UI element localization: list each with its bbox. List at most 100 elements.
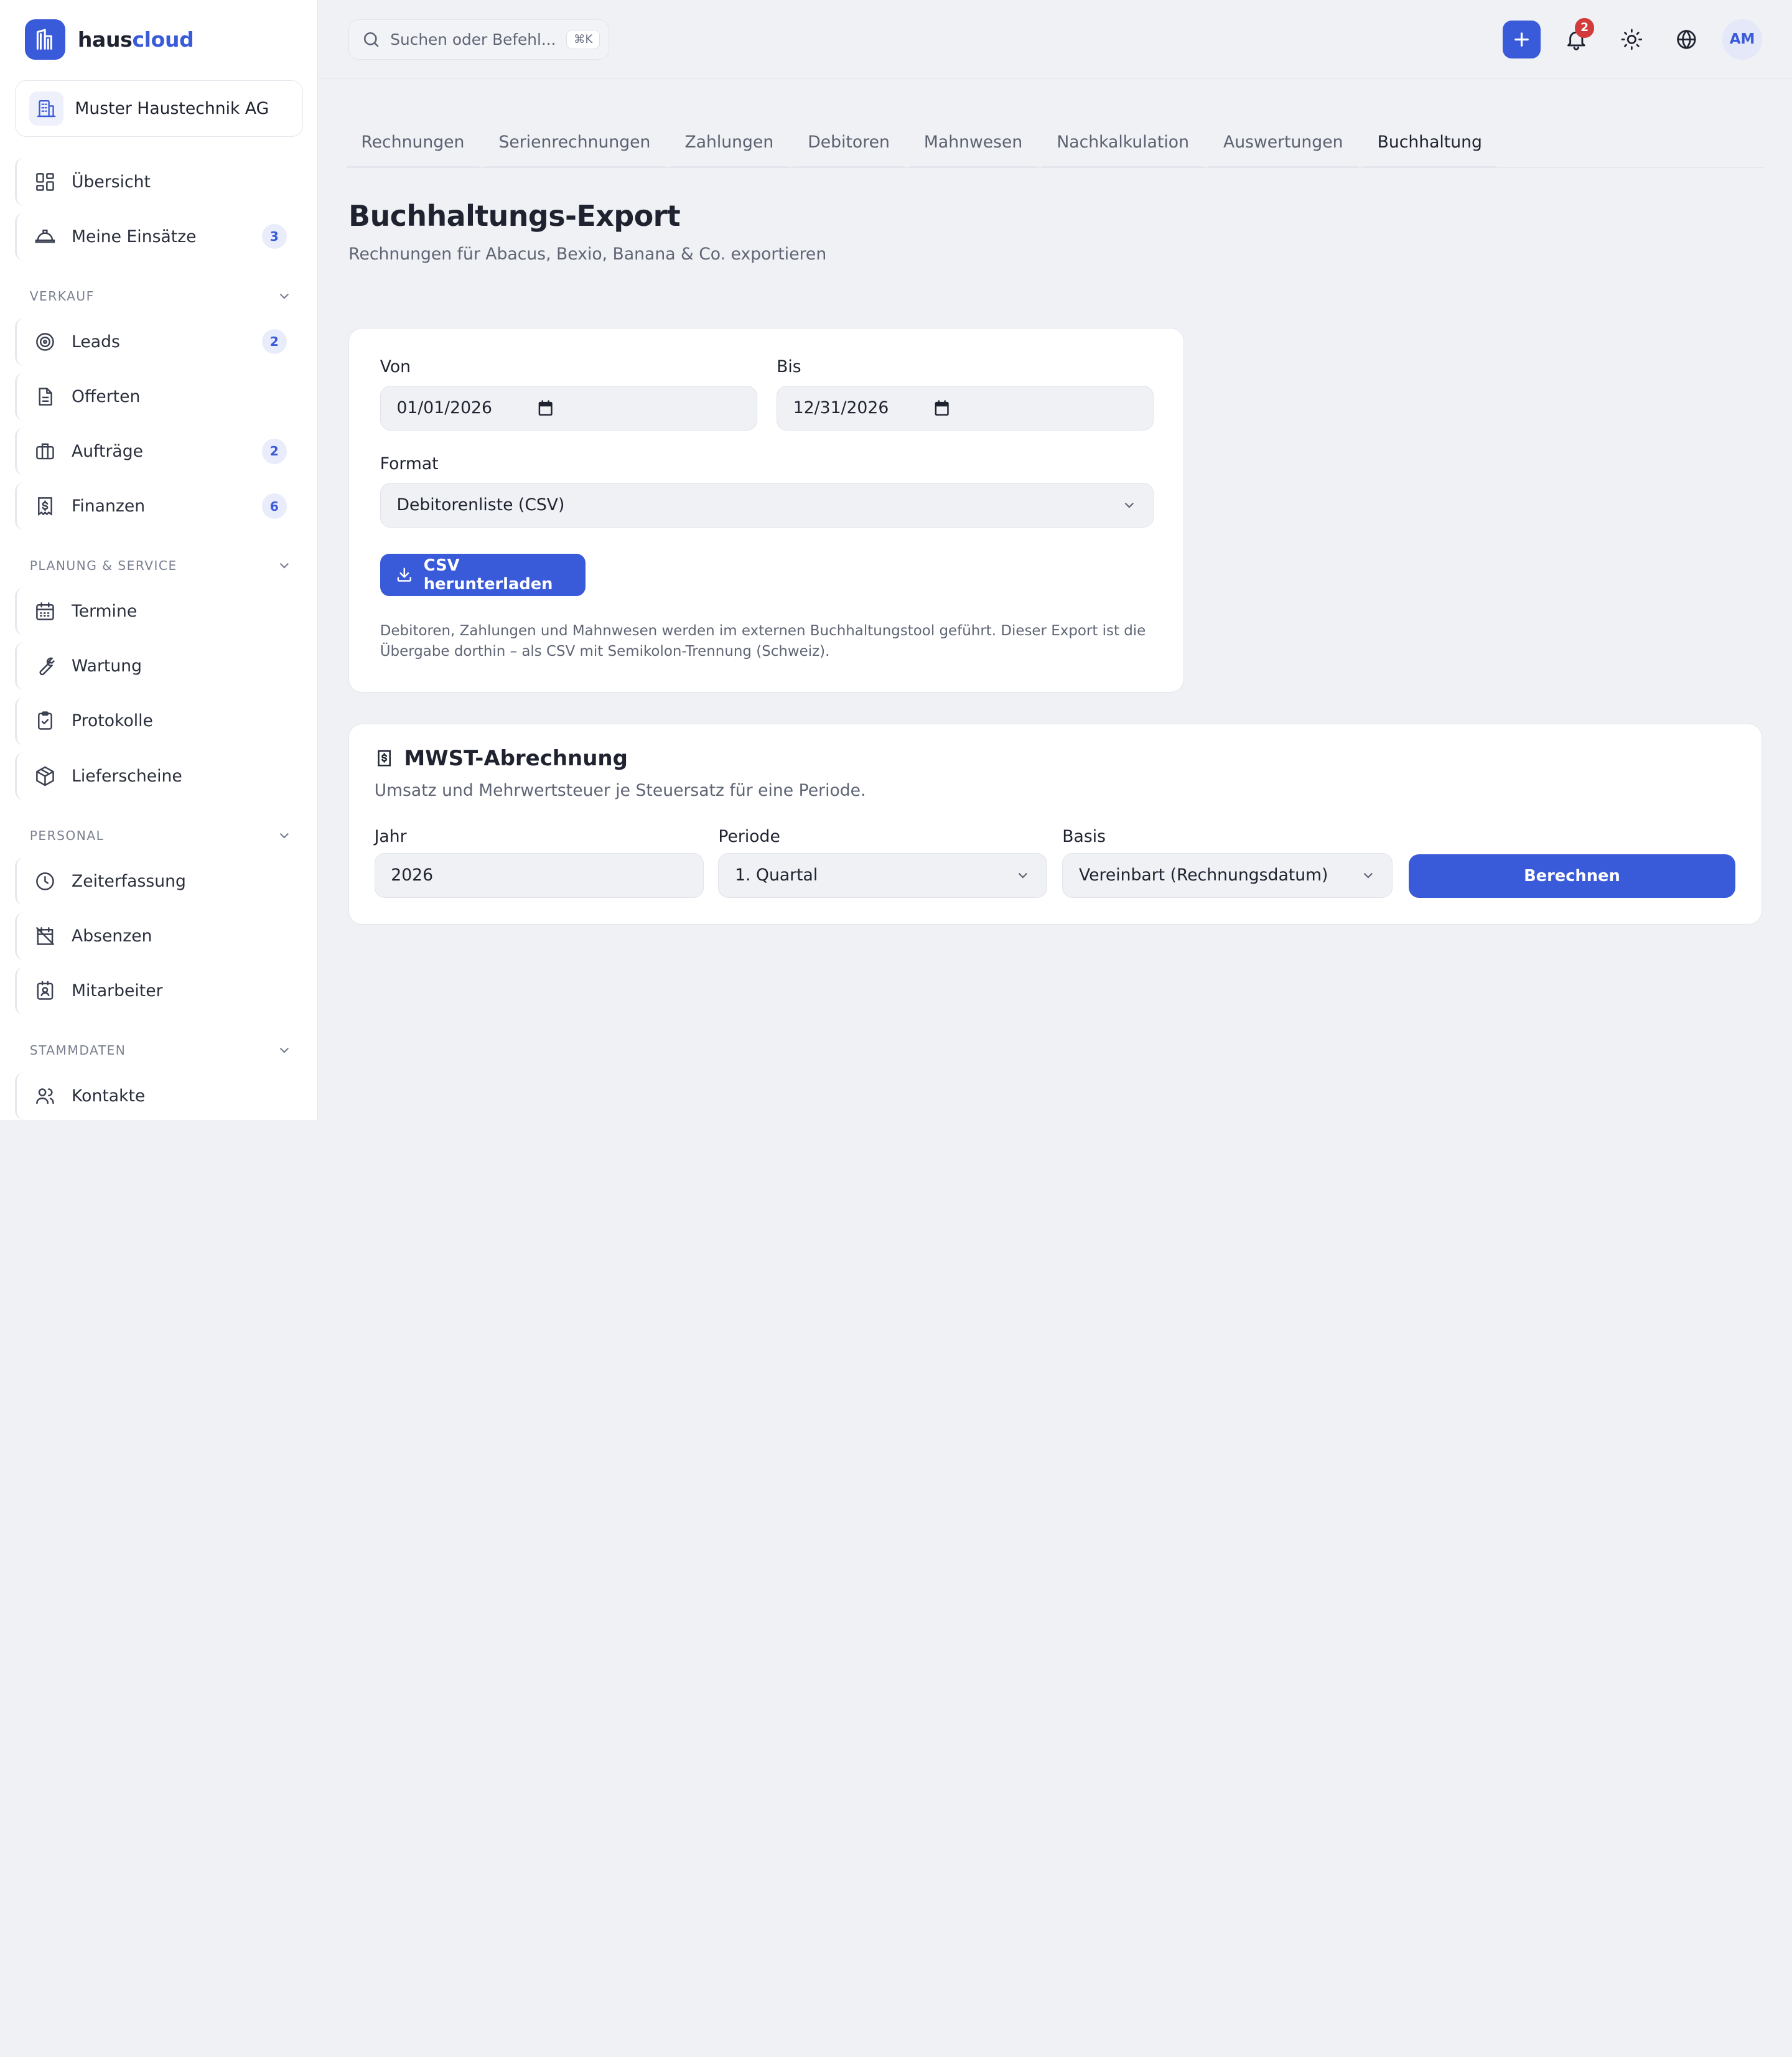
notification-count-badge: 2 <box>1575 18 1595 38</box>
sidebar-item-label: Wartung <box>72 656 142 676</box>
section-planung-service[interactable]: PLANUNG & SERVICE <box>30 556 292 576</box>
calendar-off-icon <box>34 925 57 948</box>
hardhat-icon <box>34 225 57 248</box>
export-note: Debitoren, Zahlungen und Mahnwesen werde… <box>380 623 1146 660</box>
sidebar-item-wartung[interactable]: Wartung <box>14 642 303 691</box>
to-label: Bis <box>777 357 801 377</box>
year-input[interactable]: 2026 <box>374 853 704 898</box>
add-button[interactable] <box>1503 21 1541 58</box>
notifications-button[interactable]: 2 <box>1557 18 1595 58</box>
hauscloud-logo-icon <box>25 19 65 60</box>
sidebar-item-label: Leads <box>72 332 120 352</box>
section-title: STAMMDATEN <box>29 1042 126 1058</box>
sidebar-item-protokolle[interactable]: Protokolle <box>14 697 303 745</box>
chevron-down-icon <box>280 833 289 839</box>
calculate-button[interactable]: Berechnen <box>1408 854 1736 898</box>
tab-auswertungen[interactable]: Auswertungen <box>1208 118 1358 168</box>
dashboard-icon <box>34 170 57 194</box>
receipt-icon <box>34 495 57 518</box>
section-title: PERSONAL <box>29 828 105 843</box>
sidebar-item-zeiterfassung[interactable]: Zeiterfassung <box>14 857 303 905</box>
sidebar-item-label: Meine Einsätze <box>72 226 197 246</box>
sidebar-item-absenzen[interactable]: Absenzen <box>14 912 303 960</box>
document-icon <box>34 385 57 408</box>
avatar[interactable]: AM <box>1722 19 1763 60</box>
sidebar-item-label: Finanzen <box>72 497 146 516</box>
building-icon <box>29 91 63 126</box>
basis-label: Basis <box>1062 826 1106 846</box>
sidebar-item-uebersicht[interactable]: Übersicht <box>14 157 303 206</box>
sidebar-item-leads[interactable]: Leads 2 <box>14 317 303 366</box>
tab-rechnungen[interactable]: Rechnungen <box>346 118 480 168</box>
basis-select[interactable]: Vereinbart (Rechnungsdatum) <box>1062 853 1393 898</box>
from-date-input[interactable]: 01/01/2026 <box>380 385 757 431</box>
csv-download-button[interactable]: CSV herunterladen <box>380 553 586 596</box>
from-date-value: 01/01/2026 <box>396 398 492 418</box>
sidebar-item-mitarbeiter[interactable]: Mitarbeiter <box>14 966 303 1015</box>
tab-bar: Rechnungen Serienrechnungen Zahlungen De… <box>346 118 1765 168</box>
sidebar-item-label: Protokolle <box>72 711 153 731</box>
from-label: Von <box>380 357 411 377</box>
section-stammdaten[interactable]: STAMMDATEN <box>30 1040 292 1060</box>
chevron-down-icon <box>1363 873 1373 879</box>
tab-mahnwesen[interactable]: Mahnwesen <box>909 118 1038 168</box>
company-name: Muster Haustechnik AG <box>75 98 269 118</box>
section-verkauf[interactable]: VERKAUF <box>30 286 292 306</box>
sidebar-item-finanzen[interactable]: Finanzen 6 <box>14 482 303 531</box>
language-button[interactable] <box>1668 21 1706 58</box>
sidebar-item-label: Kontakte <box>72 1086 146 1106</box>
section-title: VERKAUF <box>29 288 95 304</box>
clipboard-check-icon <box>34 710 57 733</box>
sidebar-item-kontakte[interactable]: Kontakte <box>14 1071 303 1120</box>
package-icon <box>34 765 57 788</box>
receipt-icon <box>377 750 391 767</box>
csv-download-label: CSV herunterladen <box>423 556 553 594</box>
sidebar-item-auftraege[interactable]: Aufträge 2 <box>14 427 303 476</box>
topbar: Suchen oder Befehl... ⌘K 2 AM <box>317 0 1792 79</box>
company-switcher[interactable]: Muster Haustechnik AG <box>14 80 303 138</box>
search-input[interactable]: Suchen oder Befehl... ⌘K <box>348 19 609 60</box>
tab-zahlungen[interactable]: Zahlungen <box>670 118 789 168</box>
sidebar-item-label: Termine <box>72 602 138 622</box>
to-date-input[interactable]: 12/31/2026 <box>777 385 1154 431</box>
calendar-icon[interactable] <box>933 399 951 417</box>
to-date-value: 12/31/2026 <box>793 398 889 418</box>
briefcase-icon <box>34 440 57 463</box>
chevron-down-icon <box>280 293 289 299</box>
basis-value: Vereinbart (Rechnungsdatum) <box>1078 865 1328 885</box>
sidebar-item-label: Mitarbeiter <box>72 981 163 1001</box>
format-select[interactable]: Debitorenliste (CSV) <box>380 483 1154 528</box>
sidebar-item-label: Lieferscheine <box>72 766 182 786</box>
tab-buchhaltung[interactable]: Buchhaltung <box>1362 118 1497 168</box>
mwst-subtitle: Umsatz und Mehrwertsteuer je Steuersatz … <box>374 781 866 801</box>
sidebar-item-lieferscheine[interactable]: Lieferscheine <box>14 752 303 800</box>
tab-nachkalkulation[interactable]: Nachkalkulation <box>1042 118 1204 168</box>
sidebar-item-offerten[interactable]: Offerten <box>14 372 303 421</box>
sidebar-item-meine-einsaetze[interactable]: Meine Einsätze 3 <box>14 212 303 261</box>
export-card: Von 01/01/2026 Bis 12/31/2026 Format Deb… <box>348 328 1184 693</box>
mwst-card: MWST-Abrechnung Umsatz und Mehrwertsteue… <box>348 723 1763 925</box>
sidebar-item-label: Übersicht <box>72 172 151 192</box>
clock-icon <box>34 870 57 893</box>
period-select[interactable]: 1. Quartal <box>718 853 1048 898</box>
sun-icon <box>1621 29 1642 50</box>
sidebar-item-label: Zeiterfassung <box>72 871 186 891</box>
page-title: Buchhaltungs-Export <box>348 198 681 233</box>
tab-serienrechnungen[interactable]: Serienrechnungen <box>483 118 666 168</box>
page-subtitle: Rechnungen für Abacus, Bexio, Banana & C… <box>348 245 827 264</box>
count-badge: 2 <box>261 439 287 464</box>
theme-toggle-button[interactable] <box>1613 21 1651 58</box>
count-badge: 3 <box>261 223 287 250</box>
calendar-icon[interactable] <box>536 399 554 417</box>
tab-debitoren[interactable]: Debitoren <box>793 118 905 168</box>
brand[interactable]: hauscloud <box>25 19 194 60</box>
sidebar-item-termine[interactable]: Termine <box>14 587 303 636</box>
count-badge: 6 <box>261 493 287 519</box>
section-title: PLANUNG & SERVICE <box>29 558 177 574</box>
topbar-actions: 2 AM <box>1503 18 1763 60</box>
chevron-down-icon <box>280 563 289 569</box>
count-badge: 2 <box>261 329 287 355</box>
period-label: Periode <box>718 826 780 846</box>
sidebar-item-label: Absenzen <box>72 926 152 946</box>
section-personal[interactable]: PERSONAL <box>30 825 292 846</box>
